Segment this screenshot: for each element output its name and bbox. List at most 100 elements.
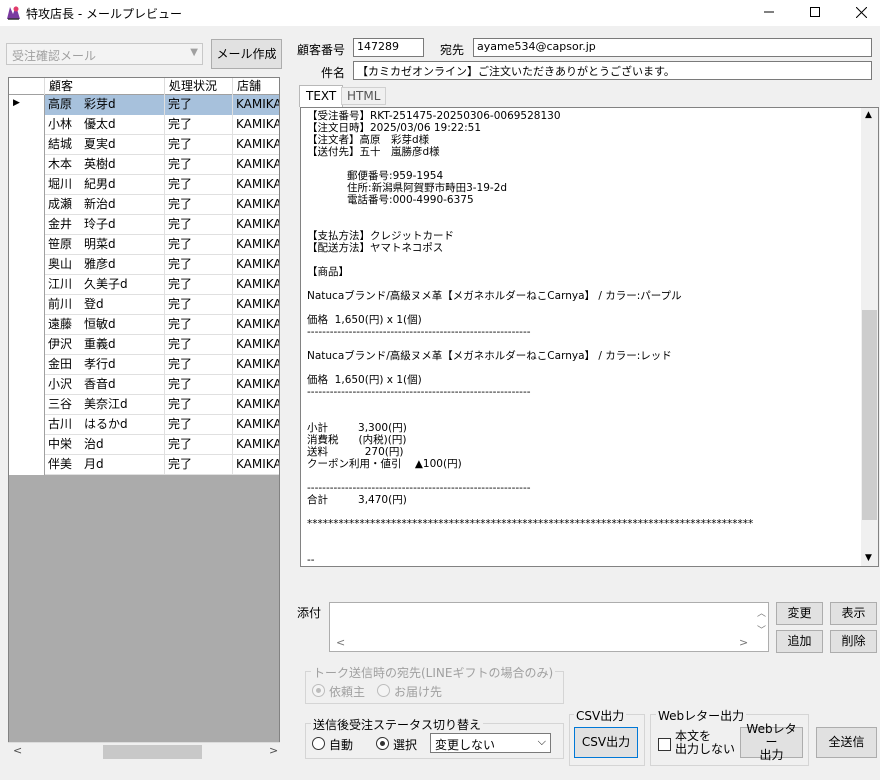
status-select[interactable]: 変更しない ⌵ <box>430 733 551 753</box>
table-row[interactable]: 笹原 明菜d完了KAMIKAZ <box>9 235 279 255</box>
table-row[interactable]: 奥山 雅彦d完了KAMIKAZ <box>9 255 279 275</box>
cell-status[interactable]: 完了 <box>165 195 233 215</box>
table-row[interactable]: 結城 夏実d完了KAMIKAZ <box>9 135 279 155</box>
scroll-left-icon[interactable]: < <box>336 636 345 649</box>
cell-store[interactable]: KAMIKAZ <box>233 155 279 175</box>
cell-store[interactable]: KAMIKAZ <box>233 135 279 155</box>
customer-grid[interactable]: 顧客 処理状況 店舗 ▶高原 彩芽d完了KAMIKAZ小林 優太d完了KAMIK… <box>8 77 280 761</box>
row-header[interactable] <box>9 355 45 375</box>
cell-store[interactable]: KAMIKAZ <box>233 175 279 195</box>
cell-store[interactable]: KAMIKAZ <box>233 375 279 395</box>
scroll-right-icon[interactable]: > <box>269 744 278 757</box>
cell-customer[interactable]: 伊沢 重義d <box>45 335 165 355</box>
csv-output-button[interactable]: CSV出力 <box>574 727 638 758</box>
row-header[interactable] <box>9 215 45 235</box>
row-header[interactable] <box>9 295 45 315</box>
close-button[interactable] <box>838 0 880 26</box>
maximize-button[interactable] <box>792 0 838 26</box>
row-header[interactable] <box>9 395 45 415</box>
table-row[interactable]: 伴美 月d完了KAMIKAZ <box>9 455 279 475</box>
cell-status[interactable]: 完了 <box>165 355 233 375</box>
cell-status[interactable]: 完了 <box>165 175 233 195</box>
row-header[interactable] <box>9 175 45 195</box>
row-header[interactable] <box>9 335 45 355</box>
table-row[interactable]: 成瀬 新治d完了KAMIKAZ <box>9 195 279 215</box>
table-row[interactable]: 遠藤 恒敏d完了KAMIKAZ <box>9 315 279 335</box>
column-header-store[interactable]: 店舗 <box>233 78 279 95</box>
radio-requester[interactable] <box>312 684 325 697</box>
row-header[interactable] <box>9 375 45 395</box>
row-header[interactable] <box>9 455 45 475</box>
row-header[interactable] <box>9 235 45 255</box>
table-row[interactable]: 木本 英樹d完了KAMIKAZ <box>9 155 279 175</box>
cell-status[interactable]: 完了 <box>165 135 233 155</box>
scroll-down-icon[interactable]: ▼ <box>865 553 872 563</box>
scroll-up-icon[interactable]: ︿ <box>757 606 766 619</box>
cell-customer[interactable]: 笹原 明菜d <box>45 235 165 255</box>
cell-customer[interactable]: 小沢 香音d <box>45 375 165 395</box>
body-vertical-scrollbar[interactable]: ▲ ▼ <box>861 108 878 566</box>
to-field[interactable]: ayame534@capsor.jp <box>473 38 872 57</box>
row-header[interactable]: ▶ <box>9 95 45 115</box>
table-row[interactable]: 小沢 香音d完了KAMIKAZ <box>9 375 279 395</box>
table-row[interactable]: 前川 登d完了KAMIKAZ <box>9 295 279 315</box>
show-attachment-button[interactable]: 表示 <box>830 602 877 625</box>
cell-customer[interactable]: 高原 彩芽d <box>45 95 165 115</box>
web-letter-output-button[interactable]: Webレター 出力 <box>740 723 803 762</box>
table-row[interactable]: 金井 玲子d完了KAMIKAZ <box>9 215 279 235</box>
radio-recipient[interactable] <box>377 684 390 697</box>
tab-text[interactable]: TEXT <box>299 85 344 107</box>
cell-store[interactable]: KAMIKAZ <box>233 295 279 315</box>
cell-customer[interactable]: 成瀬 新治d <box>45 195 165 215</box>
cell-customer[interactable]: 金井 玲子d <box>45 215 165 235</box>
cell-status[interactable]: 完了 <box>165 115 233 135</box>
column-header-customer[interactable]: 顧客 <box>45 78 165 95</box>
template-select[interactable]: 受注確認メール ▼ <box>6 43 203 65</box>
minimize-button[interactable] <box>746 0 792 26</box>
customer-no-field[interactable]: 147289 <box>353 38 424 57</box>
change-attachment-button[interactable]: 変更 <box>776 602 823 625</box>
create-mail-button[interactable]: メール作成 <box>211 39 282 69</box>
cell-store[interactable]: KAMIKAZ <box>233 455 279 475</box>
cell-customer[interactable]: 三谷 美奈江d <box>45 395 165 415</box>
cell-customer[interactable]: 奥山 雅彦d <box>45 255 165 275</box>
table-row[interactable]: 伊沢 重義d完了KAMIKAZ <box>9 335 279 355</box>
tab-html[interactable]: HTML <box>341 87 387 105</box>
cell-customer[interactable]: 遠藤 恒敏d <box>45 315 165 335</box>
add-attachment-button[interactable]: 追加 <box>776 630 823 653</box>
cell-store[interactable]: KAMIKAZ <box>233 275 279 295</box>
cell-status[interactable]: 完了 <box>165 215 233 235</box>
table-row[interactable]: 金田 孝行d完了KAMIKAZ <box>9 355 279 375</box>
cell-store[interactable]: KAMIKAZ <box>233 95 279 115</box>
cell-status[interactable]: 完了 <box>165 335 233 355</box>
cell-store[interactable]: KAMIKAZ <box>233 195 279 215</box>
cell-customer[interactable]: 中栄 治d <box>45 435 165 455</box>
cell-store[interactable]: KAMIKAZ <box>233 335 279 355</box>
scrollbar-thumb[interactable] <box>103 745 202 759</box>
table-row[interactable]: 小林 優太d完了KAMIKAZ <box>9 115 279 135</box>
cell-status[interactable]: 完了 <box>165 315 233 335</box>
cell-store[interactable]: KAMIKAZ <box>233 395 279 415</box>
cell-status[interactable]: 完了 <box>165 235 233 255</box>
subject-field[interactable]: 【カミカゼオンライン】ご注文いただきありがとうございます。 <box>353 61 872 80</box>
radio-auto[interactable] <box>312 737 325 750</box>
scroll-right-icon[interactable]: > <box>739 636 748 649</box>
row-header[interactable] <box>9 275 45 295</box>
cell-store[interactable]: KAMIKAZ <box>233 435 279 455</box>
row-header[interactable] <box>9 435 45 455</box>
cell-store[interactable]: KAMIKAZ <box>233 355 279 375</box>
row-header[interactable] <box>9 195 45 215</box>
cell-customer[interactable]: 伴美 月d <box>45 455 165 475</box>
cell-customer[interactable]: 古川 はるかd <box>45 415 165 435</box>
cell-store[interactable]: KAMIKAZ <box>233 115 279 135</box>
delete-attachment-button[interactable]: 削除 <box>830 630 877 653</box>
cell-status[interactable]: 完了 <box>165 295 233 315</box>
table-row[interactable]: 中栄 治d完了KAMIKAZ <box>9 435 279 455</box>
table-row[interactable]: ▶ 高原 彩芽d完了KAMIKAZ <box>9 95 279 115</box>
radio-select[interactable] <box>376 737 389 750</box>
no-body-output-checkbox[interactable] <box>658 738 671 751</box>
row-header[interactable] <box>9 415 45 435</box>
cell-customer[interactable]: 前川 登d <box>45 295 165 315</box>
cell-status[interactable]: 完了 <box>165 395 233 415</box>
cell-status[interactable]: 完了 <box>165 255 233 275</box>
